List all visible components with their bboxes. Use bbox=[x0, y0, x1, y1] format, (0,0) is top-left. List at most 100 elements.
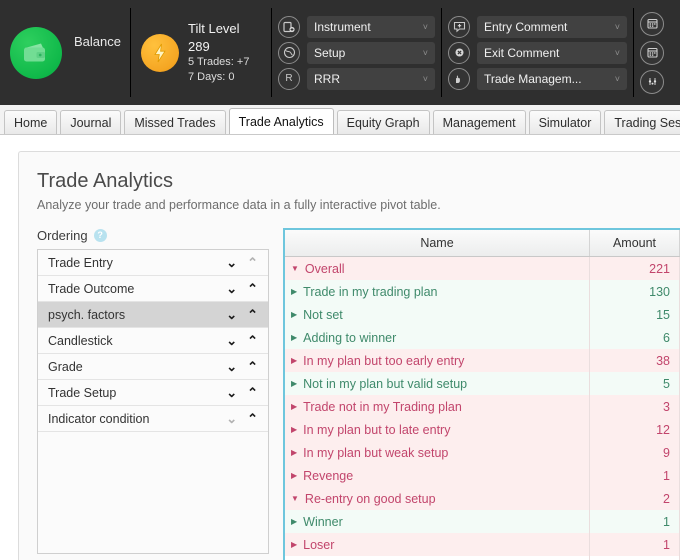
comment-close-icon[interactable] bbox=[448, 41, 470, 64]
tab-equity-graph[interactable]: Equity Graph bbox=[336, 110, 430, 134]
tab-management[interactable]: Management bbox=[432, 110, 526, 134]
column-header-name[interactable]: Name bbox=[285, 230, 590, 256]
move-up-icon[interactable]: ⌃ bbox=[247, 334, 258, 347]
tab-trade-analytics[interactable]: Trade Analytics bbox=[228, 108, 334, 134]
row-label: Loser bbox=[303, 537, 335, 552]
ordering-item-trade-outcome[interactable]: Trade Outcome ⌄ ⌃ bbox=[38, 276, 268, 302]
move-down-icon[interactable]: ⌄ bbox=[226, 386, 237, 399]
collapsed-triangle-icon[interactable]: ▶ bbox=[291, 425, 297, 434]
collapsed-triangle-icon[interactable]: ▶ bbox=[291, 540, 297, 549]
row-amount: 9 bbox=[590, 441, 680, 464]
table-row[interactable]: ▶ Loser 1 bbox=[285, 533, 680, 556]
ordering-item-label: Grade bbox=[48, 359, 83, 374]
move-down-icon[interactable]: ⌄ bbox=[226, 334, 237, 347]
exit-comment-dropdown[interactable]: Exit Comment ˅ bbox=[477, 41, 627, 64]
chevron-down-icon: ˅ bbox=[614, 47, 620, 58]
collapsed-triangle-icon[interactable]: ▶ bbox=[291, 448, 297, 457]
lightning-bolt-icon bbox=[141, 33, 179, 72]
move-up-icon[interactable]: ⌃ bbox=[247, 386, 258, 399]
tab-home[interactable]: Home bbox=[4, 110, 58, 134]
calendar-grid-icon[interactable] bbox=[640, 40, 664, 65]
collapsed-triangle-icon[interactable]: ▶ bbox=[291, 287, 297, 296]
rrr-row: R RRR ˅ bbox=[278, 67, 435, 90]
ordering-item-trade-setup[interactable]: Trade Setup ⌄ ⌃ bbox=[38, 380, 268, 406]
move-up-icon[interactable]: ⌃ bbox=[247, 412, 258, 425]
move-down-icon[interactable]: ⌄ bbox=[226, 360, 237, 373]
table-row[interactable]: ▶ Trade not in my Trading plan 3 bbox=[285, 395, 680, 418]
ordering-item-candlestick[interactable]: Candlestick ⌄ ⌃ bbox=[38, 328, 268, 354]
move-up-icon[interactable]: ⌃ bbox=[247, 282, 258, 295]
tab-simulator[interactable]: Simulator bbox=[528, 110, 602, 134]
collapsed-triangle-icon[interactable]: ▶ bbox=[291, 310, 297, 319]
page-title: Trade Analytics bbox=[37, 170, 173, 192]
table-row[interactable]: ▶ In my plan but too early entry 38 bbox=[285, 349, 680, 372]
row-amount: 1 bbox=[590, 510, 680, 533]
collapsed-triangle-icon[interactable]: ▶ bbox=[291, 402, 297, 411]
row-amount: 221 bbox=[590, 257, 680, 280]
move-down-icon[interactable]: ⌄ bbox=[226, 308, 237, 321]
setup-row: Setup ˅ bbox=[278, 41, 435, 64]
move-down-icon[interactable]: ⌄ bbox=[226, 282, 237, 295]
globe-icon[interactable] bbox=[278, 41, 300, 64]
row-amount: 1 bbox=[590, 464, 680, 487]
row-label: In my plan but weak setup bbox=[303, 445, 449, 460]
chart-add-icon[interactable] bbox=[278, 15, 300, 38]
ordering-item-trade-entry[interactable]: Trade Entry ⌄ ⌃ bbox=[38, 250, 268, 276]
tilt-level-widget[interactable]: Tilt Level 289 5 Trades: +7 7 Days: 0 bbox=[131, 0, 271, 105]
collapsed-triangle-icon[interactable]: ▶ bbox=[291, 356, 297, 365]
collapsed-triangle-icon[interactable]: ▶ bbox=[291, 517, 297, 526]
table-row[interactable]: ▶ In my plan but to late entry 12 bbox=[285, 418, 680, 441]
table-row[interactable]: ▶ Revenge 1 bbox=[285, 464, 680, 487]
help-icon[interactable]: ? bbox=[93, 229, 107, 242]
main-tab-bar: Home Journal Missed Trades Trade Analyti… bbox=[0, 105, 680, 135]
move-up-icon[interactable]: ⌃ bbox=[247, 360, 258, 373]
setup-dropdown[interactable]: Setup ˅ bbox=[307, 41, 435, 64]
comment-add-icon[interactable] bbox=[448, 15, 470, 38]
calendar-grid-icon[interactable] bbox=[640, 11, 664, 36]
table-row[interactable]: ▼ Re-entry on good setup 2 bbox=[285, 487, 680, 510]
row-amount: 6 bbox=[590, 326, 680, 349]
move-up-icon[interactable]: ⌃ bbox=[247, 308, 258, 321]
ordering-item-label: Trade Setup bbox=[48, 385, 117, 400]
toolbar-right-icon-group bbox=[634, 0, 672, 105]
collapsed-triangle-icon[interactable]: ▶ bbox=[291, 379, 297, 388]
trade-management-dropdown[interactable]: Trade Managem... ˅ bbox=[477, 67, 627, 90]
collapsed-triangle-icon[interactable]: ▶ bbox=[291, 333, 297, 342]
instrument-dropdown[interactable]: Instrument ˅ bbox=[307, 15, 435, 38]
tab-missed-trades[interactable]: Missed Trades bbox=[124, 110, 226, 134]
ordering-item-arrows: ⌄ ⌃ bbox=[226, 308, 258, 321]
table-row[interactable]: ▼ Overall 221 bbox=[285, 257, 680, 280]
row-amount: 2 bbox=[590, 487, 680, 510]
ordering-item-indicator-condition[interactable]: Indicator condition ⌄ ⌃ bbox=[38, 406, 268, 432]
entry-comment-dropdown[interactable]: Entry Comment ˅ bbox=[477, 15, 627, 38]
hand-icon[interactable] bbox=[448, 67, 470, 90]
row-label: In my plan but too early entry bbox=[303, 353, 465, 368]
letter-r-icon[interactable]: R bbox=[278, 67, 300, 90]
row-amount: 130 bbox=[590, 280, 680, 303]
panel-columns: Ordering ? Trade Entry ⌄ ⌃ Trade Outcome bbox=[37, 228, 680, 560]
ordering-item-psych-factors[interactable]: psych. factors ⌄ ⌃ bbox=[38, 302, 268, 328]
left-dropdown-group: Instrument ˅ Setup ˅ R RRR ˅ bbox=[272, 0, 441, 105]
table-row[interactable]: ▶ Trade in my trading plan 130 bbox=[285, 280, 680, 303]
tab-trading-sessions[interactable]: Trading Sessions bbox=[604, 110, 680, 134]
collapsed-triangle-icon[interactable]: ▶ bbox=[291, 471, 297, 480]
move-down-icon[interactable]: ⌄ bbox=[226, 256, 237, 269]
balance-widget[interactable]: Balance bbox=[0, 0, 130, 105]
scatter-dots-icon[interactable] bbox=[640, 69, 664, 94]
table-row[interactable]: ▶ Not set 15 bbox=[285, 303, 680, 326]
table-row[interactable]: ▶ Not in my plan but valid setup 5 bbox=[285, 372, 680, 395]
expanded-triangle-icon[interactable]: ▼ bbox=[291, 494, 299, 503]
ordering-item-grade[interactable]: Grade ⌄ ⌃ bbox=[38, 354, 268, 380]
column-header-amount[interactable]: Amount bbox=[590, 230, 680, 256]
table-row[interactable]: ▶ Winner 1 bbox=[285, 510, 680, 533]
chevron-down-icon: ˅ bbox=[422, 21, 428, 32]
row-label: Not in my plan but valid setup bbox=[303, 376, 468, 391]
tab-journal[interactable]: Journal bbox=[60, 110, 122, 134]
expanded-triangle-icon[interactable]: ▼ bbox=[291, 264, 299, 273]
tilt-value: 289 bbox=[188, 38, 210, 54]
table-row[interactable]: ▶ Adding to winner 6 bbox=[285, 326, 680, 349]
table-row[interactable]: ▶ In my plan but weak setup 9 bbox=[285, 441, 680, 464]
rrr-dropdown-label: RRR bbox=[314, 71, 340, 86]
ordering-item-arrows: ⌄ ⌃ bbox=[226, 256, 258, 269]
rrr-dropdown[interactable]: RRR ˅ bbox=[307, 67, 435, 90]
